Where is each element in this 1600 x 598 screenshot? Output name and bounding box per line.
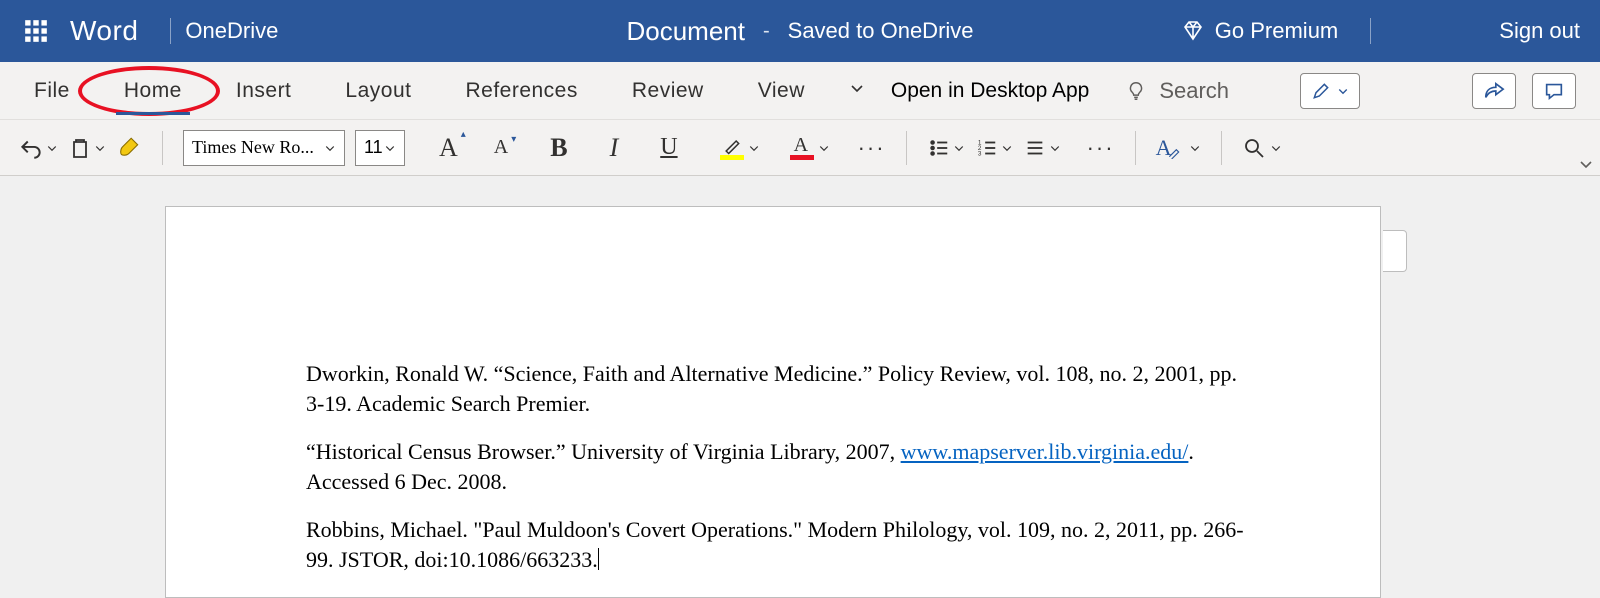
underline-button[interactable]: U bbox=[660, 130, 677, 166]
align-button[interactable] bbox=[1023, 130, 1061, 166]
share-button[interactable] bbox=[1472, 73, 1516, 109]
separator bbox=[162, 131, 163, 165]
tab-view[interactable]: View bbox=[748, 73, 815, 109]
ribbon-home: Times New Ro... 11 A▴ A▾ B I U A ··· bbox=[0, 120, 1600, 176]
shrink-font-button[interactable]: A▾ bbox=[494, 130, 508, 166]
citation-1: Dworkin, Ronald W. “Science, Faith and A… bbox=[306, 359, 1250, 419]
dash: - bbox=[763, 20, 770, 43]
editing-mode-button[interactable] bbox=[1300, 73, 1360, 109]
location-label[interactable]: OneDrive bbox=[185, 18, 278, 44]
clipboard-icon bbox=[68, 135, 92, 161]
styles-button[interactable]: A bbox=[1156, 130, 1202, 166]
tab-file[interactable]: File bbox=[24, 73, 80, 109]
search-label: Search bbox=[1159, 78, 1229, 104]
tab-layout[interactable]: Layout bbox=[335, 73, 421, 109]
titlebar-right: Go Premium Sign out bbox=[1181, 18, 1580, 44]
chevron-down-icon bbox=[818, 142, 830, 154]
citation-3: Robbins, Michael. "Paul Muldoon's Covert… bbox=[306, 515, 1250, 575]
lightbulb-icon bbox=[1125, 80, 1147, 102]
separator bbox=[906, 131, 907, 165]
more-paragraph-options-button[interactable]: ··· bbox=[1087, 130, 1115, 166]
bullet-list-icon bbox=[927, 137, 951, 159]
separator bbox=[1135, 131, 1136, 165]
more-tabs-chevron-icon[interactable] bbox=[849, 80, 865, 101]
chevron-down-icon bbox=[953, 142, 965, 154]
chevron-down-icon bbox=[384, 142, 396, 154]
open-in-desktop-button[interactable]: Open in Desktop App bbox=[891, 79, 1089, 103]
citation-2: “Historical Census Browser.” University … bbox=[306, 437, 1250, 497]
tabs-right-controls bbox=[1300, 73, 1576, 109]
paintbrush-icon bbox=[116, 135, 142, 161]
document-page[interactable]: Dworkin, Ronald W. “Science, Faith and A… bbox=[165, 206, 1381, 598]
svg-text:3: 3 bbox=[977, 150, 981, 157]
find-button[interactable] bbox=[1242, 130, 1282, 166]
go-premium-label: Go Premium bbox=[1215, 18, 1338, 44]
share-icon bbox=[1483, 80, 1505, 102]
font-size-value: 11 bbox=[364, 137, 383, 158]
numbering-button[interactable]: 123 bbox=[975, 130, 1013, 166]
highlight-color-button[interactable] bbox=[720, 130, 760, 166]
separator bbox=[1221, 131, 1222, 165]
search-area[interactable]: Search bbox=[1125, 78, 1229, 104]
collapse-ribbon-chevron-icon[interactable] bbox=[1578, 156, 1594, 175]
pen-icon bbox=[1167, 145, 1181, 159]
chevron-down-icon bbox=[94, 142, 106, 154]
document-body[interactable]: Dworkin, Ronald W. “Science, Faith and A… bbox=[306, 359, 1250, 592]
chevron-down-icon bbox=[46, 142, 58, 154]
document-title[interactable]: Document bbox=[626, 16, 745, 47]
tab-insert[interactable]: Insert bbox=[226, 73, 302, 109]
more-font-options-button[interactable]: ··· bbox=[858, 130, 886, 166]
chevron-down-icon bbox=[1270, 142, 1282, 154]
align-icon bbox=[1023, 137, 1047, 159]
chevron-down-icon bbox=[324, 142, 336, 154]
sign-out-button[interactable]: Sign out bbox=[1499, 18, 1580, 44]
font-size-select[interactable]: 11 bbox=[355, 130, 405, 166]
page-side-tab[interactable] bbox=[1383, 230, 1407, 272]
paste-button[interactable] bbox=[68, 130, 106, 166]
app-launcher-icon[interactable] bbox=[20, 15, 52, 47]
chevron-down-icon bbox=[1337, 85, 1349, 97]
go-premium-button[interactable]: Go Premium bbox=[1181, 18, 1338, 44]
font-family-select[interactable]: Times New Ro... bbox=[183, 130, 345, 166]
citation-2-link[interactable]: www.mapserver.lib.virginia.edu/ bbox=[901, 439, 1189, 464]
chevron-down-icon bbox=[1189, 142, 1201, 154]
highlighter-icon bbox=[720, 136, 744, 156]
text-cursor bbox=[598, 548, 599, 570]
bold-button[interactable]: B bbox=[550, 130, 567, 166]
tab-references[interactable]: References bbox=[455, 73, 587, 109]
chevron-down-icon bbox=[1049, 142, 1061, 154]
italic-button[interactable]: I bbox=[610, 130, 619, 166]
font-family-value: Times New Ro... bbox=[192, 137, 314, 158]
tab-home[interactable]: Home bbox=[114, 73, 192, 109]
grow-font-button[interactable]: A▴ bbox=[439, 130, 458, 166]
comment-icon bbox=[1543, 80, 1565, 102]
diamond-icon bbox=[1181, 19, 1205, 43]
format-painter-button[interactable] bbox=[116, 130, 142, 166]
title-bar: Word OneDrive Document - Saved to OneDri… bbox=[0, 0, 1600, 62]
tab-review[interactable]: Review bbox=[622, 73, 714, 109]
font-color-button[interactable]: A bbox=[790, 130, 830, 166]
separator bbox=[1370, 18, 1371, 44]
pencil-icon bbox=[1311, 81, 1331, 101]
search-icon bbox=[1242, 136, 1266, 160]
undo-icon bbox=[18, 135, 44, 161]
ribbon-tabs: File Home Insert Layout References Revie… bbox=[0, 62, 1600, 120]
comments-button[interactable] bbox=[1532, 73, 1576, 109]
undo-button[interactable] bbox=[18, 130, 58, 166]
document-canvas: Dworkin, Ronald W. “Science, Faith and A… bbox=[0, 176, 1600, 598]
number-list-icon: 123 bbox=[975, 137, 999, 159]
chevron-down-icon bbox=[1001, 142, 1013, 154]
save-status: Saved to OneDrive bbox=[788, 18, 974, 44]
app-name[interactable]: Word bbox=[70, 15, 138, 47]
separator bbox=[170, 18, 171, 44]
doc-title-area: Document - Saved to OneDrive bbox=[626, 16, 973, 47]
chevron-down-icon bbox=[748, 142, 760, 154]
bullets-button[interactable] bbox=[927, 130, 965, 166]
